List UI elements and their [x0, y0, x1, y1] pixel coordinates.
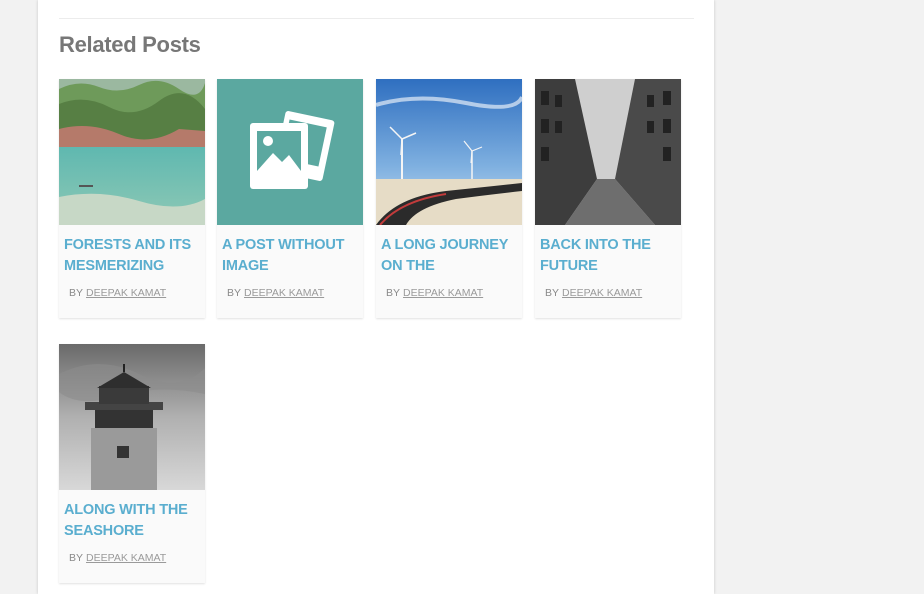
divider: [59, 18, 694, 19]
post-thumbnail-placeholder[interactable]: [217, 79, 363, 225]
related-post-card[interactable]: A post without image By Deepak Kamat: [217, 79, 363, 318]
post-title[interactable]: A long journey on the: [381, 235, 519, 277]
post-meta: By Deepak Kamat: [386, 287, 483, 299]
byline-label: By: [545, 287, 560, 299]
related-post-card[interactable]: Forests and its mesmerizing By Deepak Kam…: [59, 79, 205, 318]
post-title[interactable]: Back into the future: [540, 235, 678, 277]
author-link[interactable]: Deepak Kamat: [244, 287, 324, 299]
related-post-card[interactable]: Along with the seashore By Deepak Kamat: [59, 344, 205, 583]
post-thumbnail-forest[interactable]: [59, 79, 205, 225]
author-link[interactable]: Deepak Kamat: [86, 552, 166, 564]
post-meta: By Deepak Kamat: [545, 287, 642, 299]
related-post-card[interactable]: Back into the future By Deepak Kamat: [535, 79, 681, 318]
byline-label: By: [69, 552, 84, 564]
related-post-card[interactable]: A long journey on the By Deepak Kamat: [376, 79, 522, 318]
author-link[interactable]: Deepak Kamat: [562, 287, 642, 299]
byline-label: By: [386, 287, 401, 299]
post-thumbnail-wind-turbines[interactable]: [376, 79, 522, 225]
post-meta: By Deepak Kamat: [227, 287, 324, 299]
byline-label: By: [227, 287, 242, 299]
content-panel: Related Posts Forests and i: [38, 0, 714, 594]
post-meta: By Deepak Kamat: [69, 552, 166, 564]
byline-label: By: [69, 287, 84, 299]
post-thumbnail-lighthouse[interactable]: [59, 344, 205, 490]
post-title[interactable]: Along with the seashore: [64, 500, 202, 542]
related-posts-heading: Related Posts: [59, 32, 201, 57]
post-title[interactable]: A post without image: [222, 235, 360, 277]
author-link[interactable]: Deepak Kamat: [86, 287, 166, 299]
post-thumbnail-city-street[interactable]: [535, 79, 681, 225]
post-title[interactable]: Forests and its mesmerizing: [64, 235, 202, 277]
author-link[interactable]: Deepak Kamat: [403, 287, 483, 299]
post-meta: By Deepak Kamat: [69, 287, 166, 299]
